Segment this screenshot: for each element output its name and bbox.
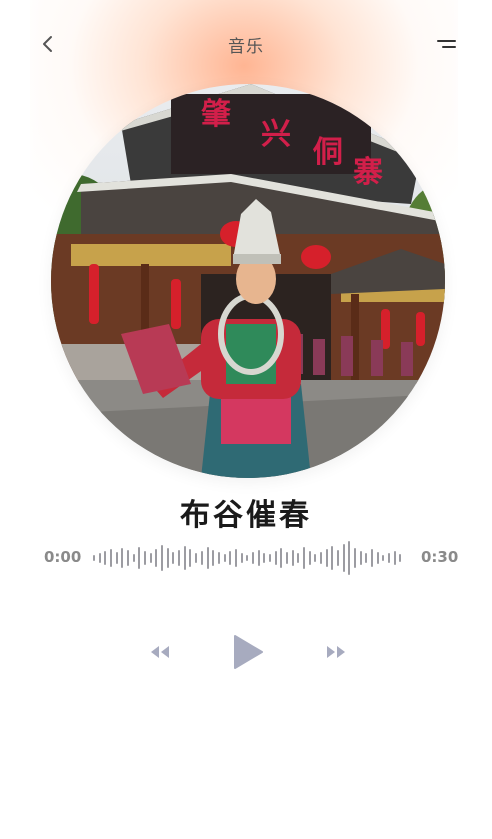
waveform-bar <box>257 550 260 566</box>
waveform-bar <box>376 552 379 564</box>
page-title: 音乐 <box>228 37 264 57</box>
total-time: 0:30 <box>421 548 459 566</box>
waveform-bar <box>161 545 164 571</box>
waveform-bar <box>217 552 220 564</box>
waveform-bar <box>399 554 402 562</box>
waveform-bar <box>319 552 322 564</box>
waveform-bar <box>121 548 124 568</box>
rewind-button[interactable] <box>148 644 172 660</box>
waveform-seek-bar[interactable] <box>92 540 404 576</box>
waveform-bar <box>393 551 396 565</box>
waveform-bar <box>246 555 249 561</box>
waveform-bar <box>348 541 351 575</box>
fast-forward-icon <box>327 646 345 658</box>
waveform-bar <box>229 551 232 565</box>
sign-char-1: 肇 <box>201 97 232 132</box>
waveform-bar <box>155 549 158 567</box>
header: 音乐 <box>0 24 492 64</box>
waveform-bar <box>178 550 181 566</box>
play-icon <box>234 635 263 669</box>
waveform-bar <box>149 553 152 563</box>
sign-char-2: 兴 <box>261 117 291 152</box>
waveform-bar <box>104 551 107 565</box>
menu-lines-icon <box>437 40 456 48</box>
album-cover-image: 肇 兴 侗 寨 <box>51 84 445 478</box>
waveform-bar <box>200 551 203 565</box>
waveform-bar <box>342 544 345 572</box>
waveform-bar <box>365 553 368 563</box>
waveform-bar <box>206 547 209 569</box>
waveform-bar <box>302 547 305 569</box>
album-cover[interactable]: 肇 兴 侗 寨 <box>51 84 445 478</box>
waveform-bar <box>212 550 215 566</box>
waveform-bar <box>263 553 266 563</box>
waveform-bar <box>115 552 118 564</box>
waveform-bar <box>371 549 373 567</box>
waveform-bar <box>195 553 198 563</box>
waveform-bar <box>172 552 175 564</box>
waveform-bar <box>308 551 311 565</box>
waveform-bar <box>183 546 186 570</box>
waveform-bar <box>268 554 271 562</box>
rewind-icon <box>151 646 169 658</box>
waveform-bar <box>285 552 288 564</box>
waveform-bar <box>223 554 226 562</box>
waveform-bar <box>331 546 334 570</box>
waveform-bar <box>127 550 129 566</box>
sign-char-3: 侗 <box>312 135 343 170</box>
waveform-bar <box>274 551 277 565</box>
waveform-bar <box>240 553 243 563</box>
waveform-bar <box>144 551 147 565</box>
track-title: 布谷催春 <box>180 498 312 533</box>
fast-forward-button[interactable] <box>324 644 348 660</box>
sign-char-4: 寨 <box>353 155 383 190</box>
menu-button[interactable] <box>434 34 458 54</box>
waveform-bar <box>234 549 237 567</box>
waveform-bar <box>251 552 254 564</box>
music-player-screen: 音乐 肇 兴 侗 寨 布谷催春 0:00 0:30 <box>0 0 492 839</box>
waveform-bar <box>132 554 135 562</box>
waveform-bar <box>336 550 339 566</box>
waveform-bar <box>359 551 362 565</box>
waveform-bar <box>98 553 101 563</box>
waveform-bar <box>138 547 141 569</box>
waveform-bar <box>382 555 385 561</box>
waveform-bar <box>189 549 192 567</box>
waveform-bar <box>291 550 294 566</box>
waveform-bar <box>110 549 112 567</box>
current-time: 0:00 <box>44 548 82 566</box>
waveform-bar <box>280 548 283 568</box>
play-button[interactable] <box>232 634 264 670</box>
waveform-bar <box>314 554 317 562</box>
waveform-bar <box>297 553 300 563</box>
waveform-bar <box>325 549 328 567</box>
waveform-bar <box>93 555 95 561</box>
waveform-bar <box>388 553 390 563</box>
waveform-bar <box>166 548 169 568</box>
waveform-bar <box>353 548 356 568</box>
